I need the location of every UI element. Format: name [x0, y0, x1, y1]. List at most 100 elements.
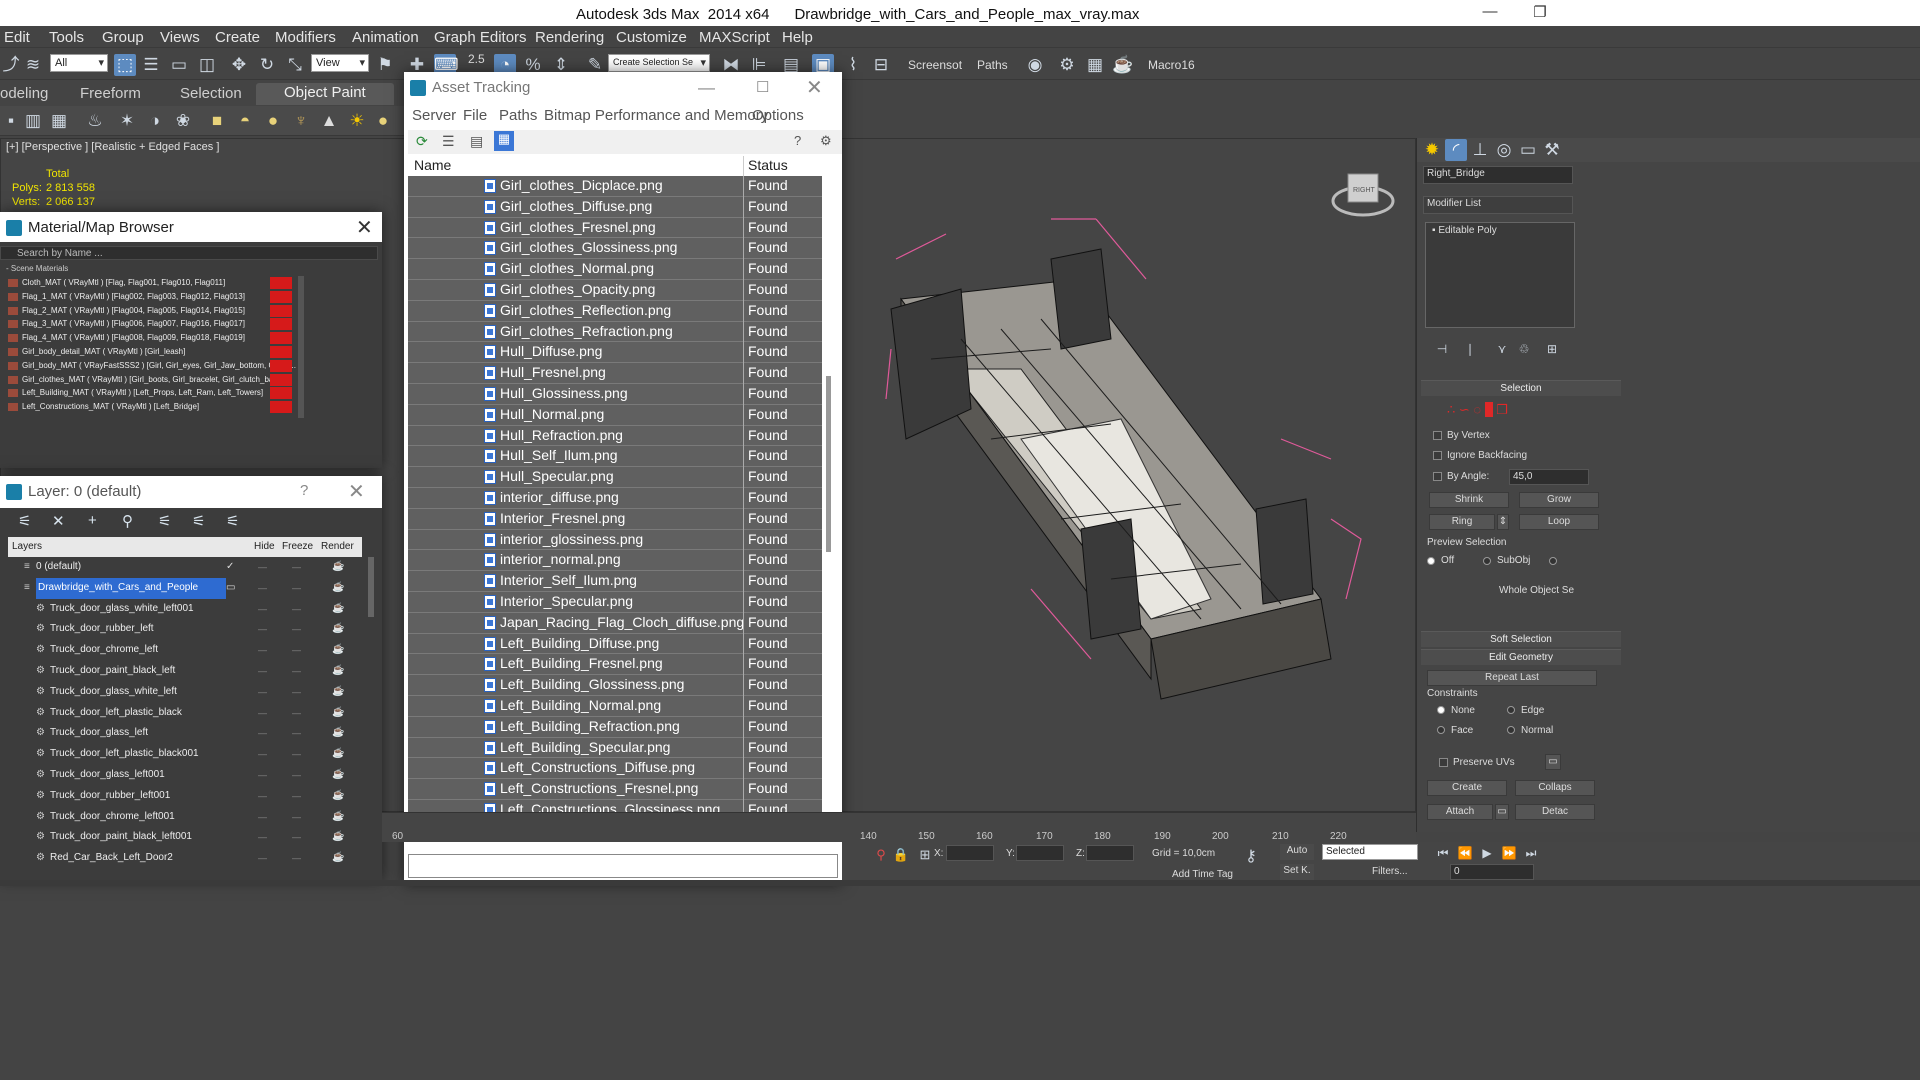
create-tab-icon[interactable]: ✹ [1421, 139, 1443, 161]
render-teapot-icon[interactable]: ☕ [332, 786, 344, 807]
detach-button[interactable]: Detac [1515, 804, 1595, 820]
tab-freeform[interactable]: Freeform [80, 85, 141, 102]
freeze-toggle[interactable]: — [292, 640, 301, 661]
render-teapot-icon[interactable]: ☕ [332, 578, 344, 599]
menu-help[interactable]: Help [782, 29, 813, 46]
asset-row[interactable]: interior_diffuse.png Found [408, 487, 822, 509]
viewport-label[interactable]: [+] [Perspective ] [Realistic + Edged Fa… [6, 141, 219, 153]
z-coordinate-field[interactable] [1086, 845, 1134, 861]
render-teapot-icon[interactable]: ☕ [332, 682, 344, 703]
menu-animation[interactable]: Animation [352, 29, 419, 46]
material-search-input[interactable]: Search by Name ... [0, 246, 378, 260]
material-editor-icon[interactable]: ◉ [1024, 54, 1046, 76]
freeze-toggle[interactable]: — [292, 557, 301, 578]
tab-object-paint[interactable]: Object Paint [256, 83, 394, 105]
menu-group[interactable]: Group [102, 29, 144, 46]
hide-all-icon[interactable]: ⚟ [226, 512, 239, 530]
dome-shape-icon[interactable]: ◓ [234, 110, 256, 132]
next-frame-icon[interactable]: ⏩ [1498, 842, 1520, 864]
table-view-icon[interactable]: ▦ [494, 131, 514, 151]
box-shape-icon[interactable]: ■ [206, 110, 228, 132]
col-layers[interactable]: Layers [12, 541, 42, 552]
fill-icon[interactable]: ▦ [48, 110, 70, 132]
object-row[interactable]: ⚙ Truck_door_paint_black_left001 — — ☕ [8, 827, 362, 848]
pin-icon[interactable]: ⚲ [870, 844, 892, 866]
scene-materials-header[interactable]: - Scene Materials [0, 264, 68, 273]
asset-row[interactable]: Left_Building_Fresnel.png Found [408, 654, 822, 676]
helpers-icon[interactable]: ✶ [116, 110, 138, 132]
absolute-mode-icon[interactable]: ⊞ [914, 844, 936, 866]
make-unique-icon[interactable]: ⋎ [1491, 338, 1513, 360]
selected-dropdown[interactable]: Selected [1322, 844, 1418, 860]
soft-selection-header[interactable]: Soft Selection [1421, 631, 1621, 647]
freeze-toggle[interactable]: — [292, 578, 301, 599]
asset-row[interactable]: Interior_Fresnel.png Found [408, 508, 822, 530]
object-row[interactable]: ⚙ Truck_door_chrome_left — — ☕ [8, 640, 362, 661]
maximize-button[interactable]: ❐ [1520, 3, 1560, 23]
freeze-toggle[interactable]: — [292, 703, 301, 724]
tab-modeling[interactable]: odeling [0, 85, 48, 102]
freeze-toggle[interactable]: — [292, 661, 301, 682]
grow-button[interactable]: Grow [1519, 492, 1599, 508]
hide-toggle[interactable]: — [258, 807, 267, 828]
constraint-none-radio[interactable] [1437, 706, 1445, 714]
hide-toggle[interactable]: — [258, 578, 267, 599]
hide-toggle[interactable]: — [258, 703, 267, 724]
render-teapot-icon[interactable]: ☕ [332, 723, 344, 744]
preserve-uvs-checkbox[interactable] [1439, 758, 1448, 767]
brush-settings-icon[interactable]: ▥ [22, 110, 44, 132]
material-item[interactable]: Flag_2_MAT ( VRayMtl ) [Flag004, Flag005… [2, 304, 298, 318]
menu-server[interactable]: Server [412, 107, 456, 124]
layer-row[interactable]: ≡ Drawbridge_with_Cars_and_People ▭ — — ☕ [8, 577, 362, 599]
asset-row[interactable]: Girl_clothes_Diffuse.png Found [408, 196, 822, 218]
shrink-button[interactable]: Shrink [1429, 492, 1509, 508]
edit-geometry-header[interactable]: Edit Geometry [1421, 649, 1621, 665]
material-item[interactable]: Flag_4_MAT ( VRayMtl ) [Flag008, Flag009… [2, 331, 298, 345]
freeze-toggle[interactable]: — [292, 599, 301, 620]
asset-row[interactable]: Girl_clothes_Reflection.png Found [408, 300, 822, 322]
asset-tracking-titlebar[interactable]: Asset Tracking — ☐ ✕ [404, 72, 842, 104]
layer-settings-icon[interactable]: ▭ [226, 578, 235, 599]
asset-row[interactable]: interior_normal.png Found [408, 550, 822, 572]
render-teapot-icon[interactable]: ☕ [332, 744, 344, 765]
close-icon[interactable]: ✕ [806, 75, 823, 100]
render-teapot-icon[interactable]: ☕ [332, 661, 344, 682]
material-item[interactable]: Girl_clothes_MAT ( VRayMtl ) [Girl_boots… [2, 373, 298, 387]
object-row[interactable]: ⚙ Truck_door_rubber_left001 — — ☕ [8, 786, 362, 807]
asset-row[interactable]: Girl_clothes_Glossiness.png Found [408, 238, 822, 260]
menu-file[interactable]: File [463, 107, 487, 124]
asset-row[interactable]: Girl_clothes_Fresnel.png Found [408, 217, 822, 239]
object-name-field[interactable]: Right_Bridge [1423, 166, 1573, 184]
by-angle-checkbox[interactable] [1433, 472, 1442, 481]
select-by-name-icon[interactable]: ☰ [140, 54, 162, 76]
modify-tab-icon[interactable]: ◜ [1445, 139, 1467, 161]
by-vertex-checkbox[interactable] [1433, 431, 1442, 440]
hide-toggle[interactable]: — [258, 786, 267, 807]
rotate-icon[interactable]: ↻ [256, 54, 278, 76]
freeze-toggle[interactable]: — [292, 807, 301, 828]
tab-selection[interactable]: Selection [180, 85, 242, 102]
object-row[interactable]: ⚙ Red_Car_Back_Left_Door2 — — ☕ [8, 848, 362, 869]
asset-row[interactable]: Girl_clothes_Refraction.png Found [408, 321, 822, 343]
asset-row[interactable]: Hull_Normal.png Found [408, 404, 822, 426]
ignore-backfacing-checkbox[interactable] [1433, 451, 1442, 460]
layer-filter-icon[interactable]: ⚟ [18, 512, 31, 530]
asset-row[interactable]: Left_Building_Glossiness.png Found [408, 675, 822, 697]
reference-coordinate-dropdown[interactable]: View [311, 54, 369, 72]
macro-label[interactable]: Macro16 [1148, 58, 1195, 72]
select-layer-icon[interactable]: ⚟ [158, 512, 171, 530]
material-item[interactable]: Cloth_MAT ( VRayMtl ) [Flag, Flag001, Fl… [2, 276, 298, 290]
selection-filter-dropdown[interactable]: All [50, 54, 108, 72]
material-item[interactable]: Flag_3_MAT ( VRayMtl ) [Flag006, Flag007… [2, 317, 298, 331]
minimize-icon[interactable]: — [698, 78, 715, 98]
repeat-last-button[interactable]: Repeat Last [1427, 670, 1597, 686]
show-end-result-icon[interactable]: ❘ [1459, 338, 1481, 360]
object-row[interactable]: ⚙ Truck_door_glass_white_left — — ☕ [8, 682, 362, 703]
cone-icon[interactable]: ▲ [318, 110, 340, 132]
lights-icon[interactable]: ♨ [84, 110, 106, 132]
hide-toggle[interactable]: — [258, 557, 267, 578]
delete-icon[interactable]: ✕ [52, 512, 65, 530]
menu-rendering[interactable]: Rendering [535, 29, 604, 46]
display-tab-icon[interactable]: ▭ [1517, 139, 1539, 161]
asset-row[interactable]: Girl_clothes_Dicplace.png Found [408, 176, 822, 197]
